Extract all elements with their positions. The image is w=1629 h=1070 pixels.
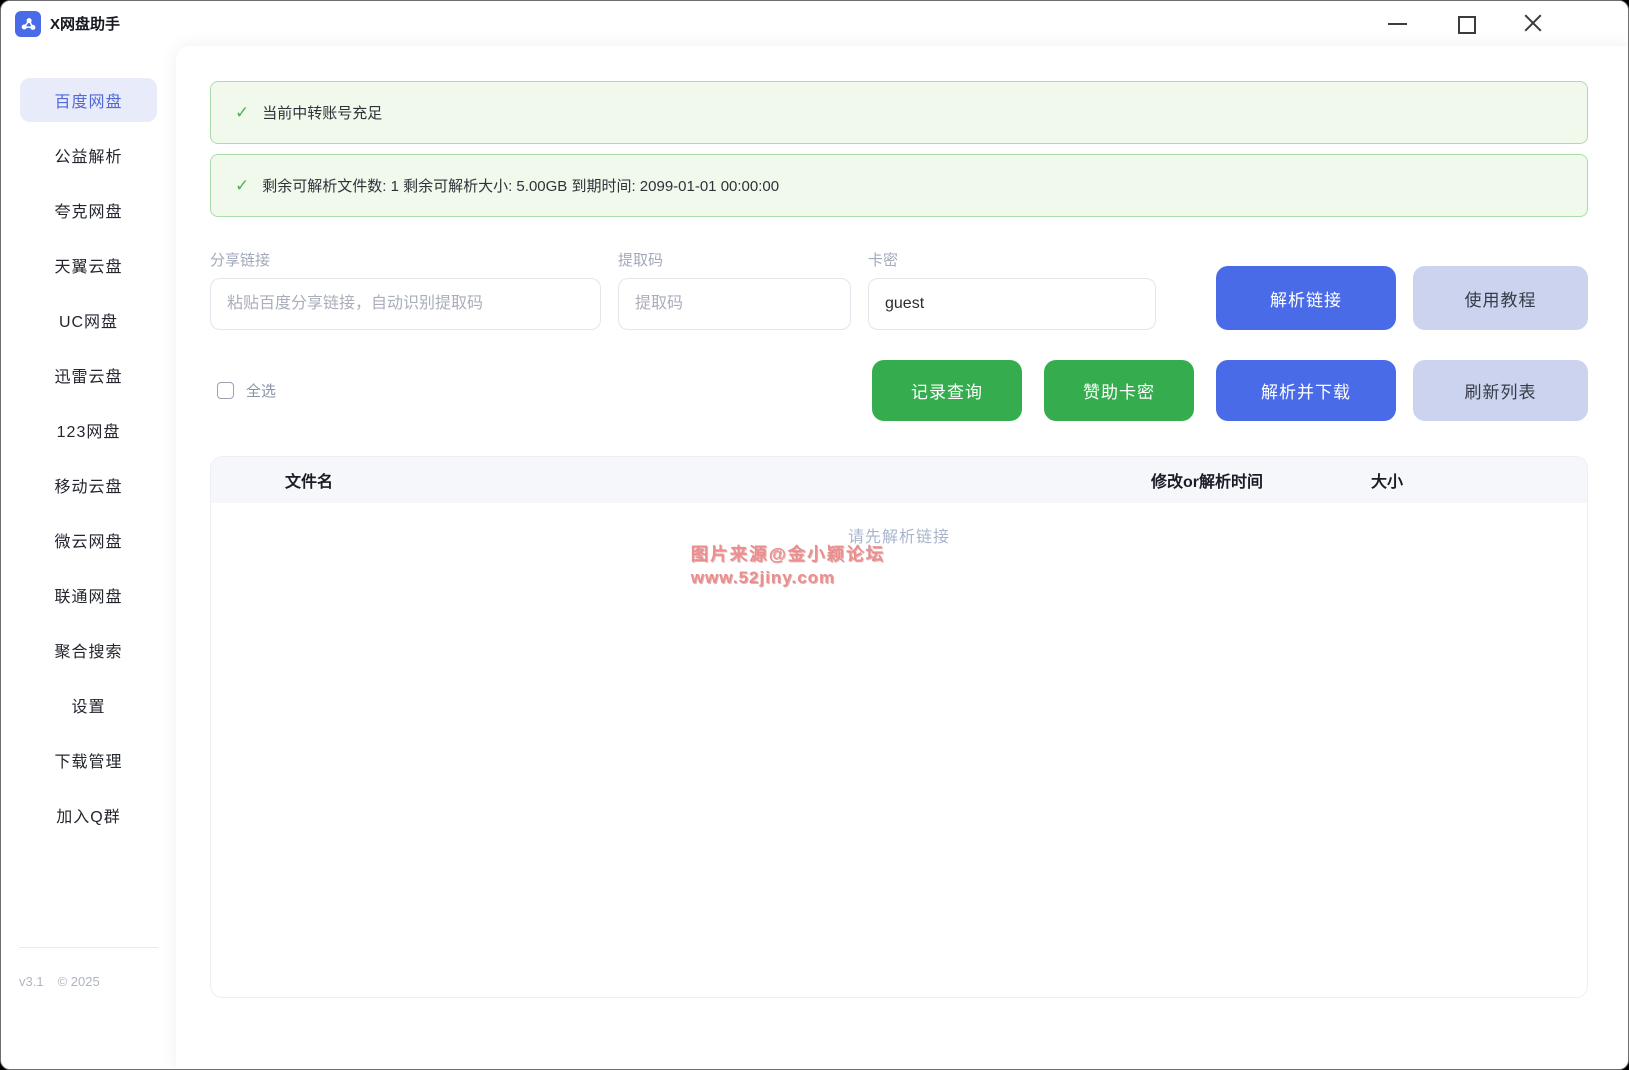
sidebar-item-xunlei[interactable]: 迅雷云盘 (20, 353, 157, 397)
version-label: v3.1 (19, 974, 44, 989)
check-icon: ✓ (235, 103, 249, 123)
sidebar-item-quark[interactable]: 夸克网盘 (20, 188, 157, 232)
titlebar: X网盘助手 (1, 1, 1628, 46)
share-link-label: 分享链接 (210, 249, 601, 270)
select-all-checkbox[interactable] (217, 382, 234, 399)
actions-row: 全选 记录查询 赞助卡密 解析并下载 刷新列表 (210, 360, 1588, 421)
select-all-control[interactable]: 全选 (217, 380, 276, 401)
alert-text: 当前中转账号充足 (262, 102, 382, 123)
record-query-button[interactable]: 记录查询 (872, 360, 1022, 421)
sidebar-divider (19, 947, 158, 948)
sidebar-item-uc[interactable]: UC网盘 (20, 298, 157, 342)
sidebar-item-pan123[interactable]: 123网盘 (20, 408, 157, 452)
sidebar-footer: v3.1 © 2025 (19, 947, 158, 989)
parse-form: 分享链接 提取码 卡密 解析链接 使用教程 (210, 249, 1588, 330)
tutorial-button[interactable]: 使用教程 (1413, 266, 1588, 330)
copyright-label: © 2025 (58, 974, 100, 989)
card-key-field-group: 卡密 (868, 249, 1156, 330)
sidebar-nav: 百度网盘公益解析夸克网盘天翼云盘 UC网盘迅雷云盘 123网盘移动云盘微云网盘联通网… (1, 78, 176, 837)
extract-code-label: 提取码 (618, 249, 851, 270)
app-window: X网盘助手 百度网盘公益解析夸克网盘天翼云盘 UC网盘迅雷云盘 123网盘移动云盘微… (0, 0, 1629, 1070)
card-key-input[interactable] (868, 278, 1156, 330)
sidebar-item-weiyun[interactable]: 微云网盘 (20, 518, 157, 562)
maximize-icon[interactable] (1455, 13, 1476, 34)
app-title: X网盘助手 (50, 13, 120, 34)
status-alert-account: ✓ 当前中转账号充足 (210, 81, 1588, 144)
window-controls (1387, 13, 1544, 34)
sidebar-item-yidong[interactable]: 移动云盘 (20, 463, 157, 507)
select-all-label: 全选 (246, 380, 276, 401)
card-key-label: 卡密 (868, 249, 1156, 270)
alert-text: 剩余可解析文件数: 1 剩余可解析大小: 5.00GB 到期时间: 2099-0… (262, 175, 779, 196)
main-panel: ✓ 当前中转账号充足 ✓ 剩余可解析文件数: 1 剩余可解析大小: 5.00GB… (176, 46, 1628, 1069)
file-table-header: 文件名修改or解析时间大小 (211, 457, 1587, 503)
parse-and-download-button[interactable]: 解析并下载 (1216, 360, 1396, 421)
share-link-field-group: 分享链接 (210, 249, 601, 330)
sidebar-item-settings[interactable]: 设置 (20, 683, 157, 727)
share-link-input[interactable] (210, 278, 601, 330)
sidebar: 百度网盘公益解析夸克网盘天翼云盘 UC网盘迅雷云盘 123网盘移动云盘微云网盘联通网… (1, 46, 176, 1069)
file-table: 文件名修改or解析时间大小 请先解析链接 (210, 456, 1588, 998)
sidebar-item-download-manager[interactable]: 下载管理 (20, 738, 157, 782)
extract-code-field-group: 提取码 (618, 249, 851, 330)
sidebar-item-join-q-group[interactable]: 加入Q群 (20, 793, 157, 837)
close-icon[interactable] (1523, 13, 1544, 34)
sidebar-item-baidu[interactable]: 百度网盘 (20, 78, 157, 122)
sidebar-item-juhe-search[interactable]: 聚合搜索 (20, 628, 157, 672)
app-logo-icon (15, 11, 41, 37)
extract-code-input[interactable] (618, 278, 851, 330)
refresh-list-button[interactable]: 刷新列表 (1413, 360, 1588, 421)
sidebar-item-tianyi[interactable]: 天翼云盘 (20, 243, 157, 287)
check-icon: ✓ (235, 176, 249, 196)
table-empty-text: 请先解析链接 (211, 523, 1587, 547)
sponsor-card-button[interactable]: 赞助卡密 (1044, 360, 1194, 421)
parse-link-button[interactable]: 解析链接 (1216, 266, 1396, 330)
column-filename: 文件名 (211, 468, 1087, 492)
minimize-icon[interactable] (1387, 13, 1408, 34)
column-modified-or-parsed-time: 修改or解析时间 (1087, 468, 1327, 492)
status-alert-quota: ✓ 剩余可解析文件数: 1 剩余可解析大小: 5.00GB 到期时间: 2099… (210, 154, 1588, 217)
column-size: 大小 (1327, 468, 1447, 492)
sidebar-item-liantong[interactable]: 联通网盘 (20, 573, 157, 617)
sidebar-item-gongyi[interactable]: 公益解析 (20, 133, 157, 177)
